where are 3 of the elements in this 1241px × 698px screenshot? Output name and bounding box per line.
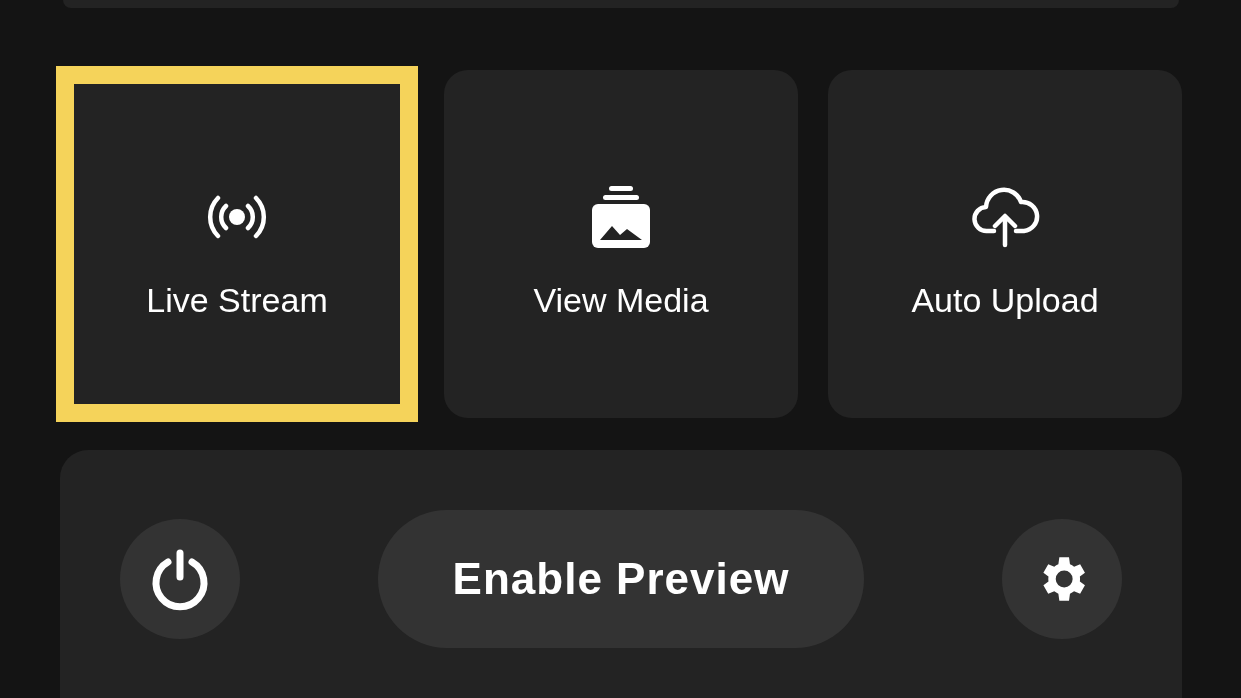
menu-tile[interactable]: View Media — [444, 70, 798, 418]
menu-tile[interactable]: Auto Upload — [828, 70, 1182, 418]
enable-preview-button[interactable]: Enable Preview — [378, 510, 864, 648]
